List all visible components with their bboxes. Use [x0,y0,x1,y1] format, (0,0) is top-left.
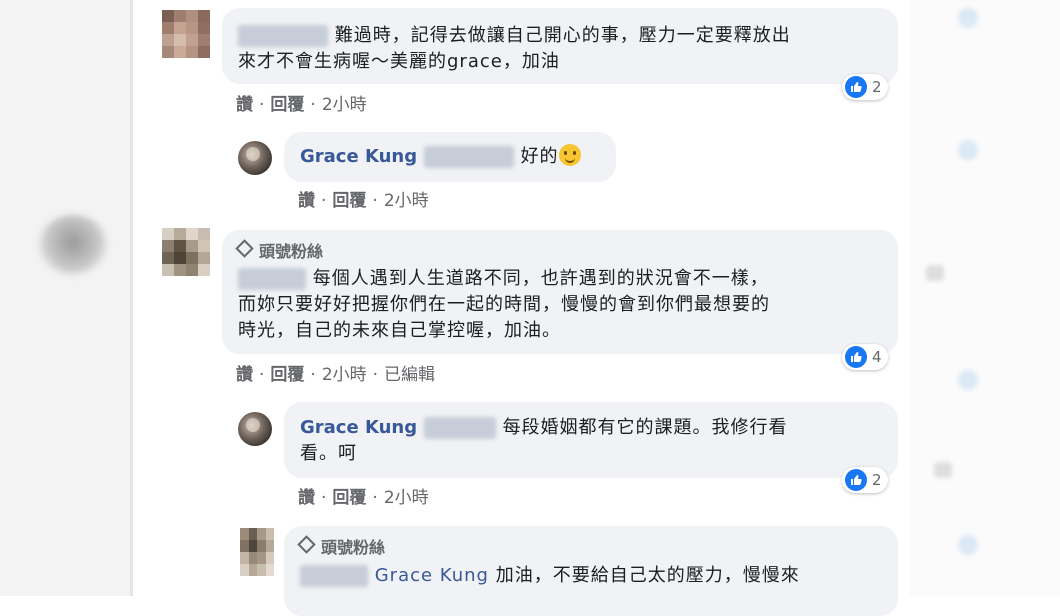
wink-emoji-icon [558,144,581,166]
reply-text: Grace Kung 每段婚姻都有它的課題。我修行看 [300,417,788,439]
edited-label[interactable]: 已編輯 [384,365,435,385]
reaction-count: 2 [872,78,882,96]
reply-actions: 讚 · 回覆 · 2小時 [298,191,429,211]
redacted-name [423,146,514,168]
comment-text: 來才不會生病喔～美麗的grace，加油 [238,51,560,72]
blurred-dot [958,140,978,160]
mention-link[interactable]: Grace Kung [375,565,489,586]
diamond-icon [297,535,316,554]
like-icon [845,346,867,368]
blurred-dot [958,370,978,390]
comment-text: 時光，自己的未來自己掌控喔，加油。 [238,320,561,341]
like-icon [845,76,867,98]
comment-actions: 讚 · 回覆 · 2小時 · 已編輯 [236,365,436,385]
reply-text: Grace Kung 好的 [300,144,581,170]
redacted-name [423,417,496,439]
reaction-count: 2 [872,471,882,489]
avatar[interactable] [238,141,272,175]
comment-text: 而妳只要好好把握你們在一起的時間，慢慢的會到你們最想要的 [238,294,770,315]
top-fan-badge: 頭號粉絲 [235,238,323,262]
reply-text: 看。呵 [300,443,357,464]
timestamp[interactable]: 2小時 [384,191,429,211]
avatar[interactable] [240,528,274,576]
blurred-dot [958,8,978,28]
reply-button[interactable]: 回覆 [270,95,304,115]
left-background-panel [0,0,130,596]
reply-actions: 讚 · 回覆 · 2小時 [298,488,429,508]
avatar[interactable] [162,228,210,276]
comment-text: 難過時，記得去做讓自己開心的事，壓力一定要釋放出 [238,23,791,49]
blurred-dot [958,535,978,555]
avatar[interactable] [162,10,210,58]
diamond-icon [235,239,254,258]
blurred-shape [926,265,944,281]
redacted-name [238,268,306,290]
like-button[interactable]: 讚 [298,488,315,508]
like-icon [845,469,867,491]
reaction-count: 4 [872,348,882,366]
blurred-shape [934,462,952,478]
redacted-name [300,565,368,587]
blurred-avatar-background [38,215,108,275]
right-background-panel [910,0,1060,596]
reply-button[interactable]: 回覆 [270,365,304,385]
comment-actions: 讚 · 回覆 · 2小時 [236,95,367,115]
feed-divider [130,0,133,596]
timestamp[interactable]: 2小時 [322,365,367,385]
like-button[interactable]: 讚 [298,191,315,211]
like-button[interactable]: 讚 [236,365,253,385]
timestamp[interactable]: 2小時 [384,488,429,508]
top-fan-badge: 頭號粉絲 [297,534,385,558]
reply-button[interactable]: 回覆 [332,488,366,508]
reply-text: Grace Kung 加油，不要給自己太的壓力，慢慢來 [300,563,800,589]
like-button[interactable]: 讚 [236,95,253,115]
redacted-name [238,25,328,47]
avatar[interactable] [238,412,272,446]
reaction-summary[interactable]: 2 [842,467,888,493]
reaction-summary[interactable]: 2 [842,74,888,100]
comment-text: 每個人遇到人生道路不同，也許遇到的狀況會不一樣， [238,266,769,292]
reply-button[interactable]: 回覆 [332,191,366,211]
reaction-summary[interactable]: 4 [842,344,888,370]
timestamp[interactable]: 2小時 [322,95,367,115]
author-name[interactable]: Grace Kung [300,417,417,438]
author-name[interactable]: Grace Kung [300,146,417,167]
